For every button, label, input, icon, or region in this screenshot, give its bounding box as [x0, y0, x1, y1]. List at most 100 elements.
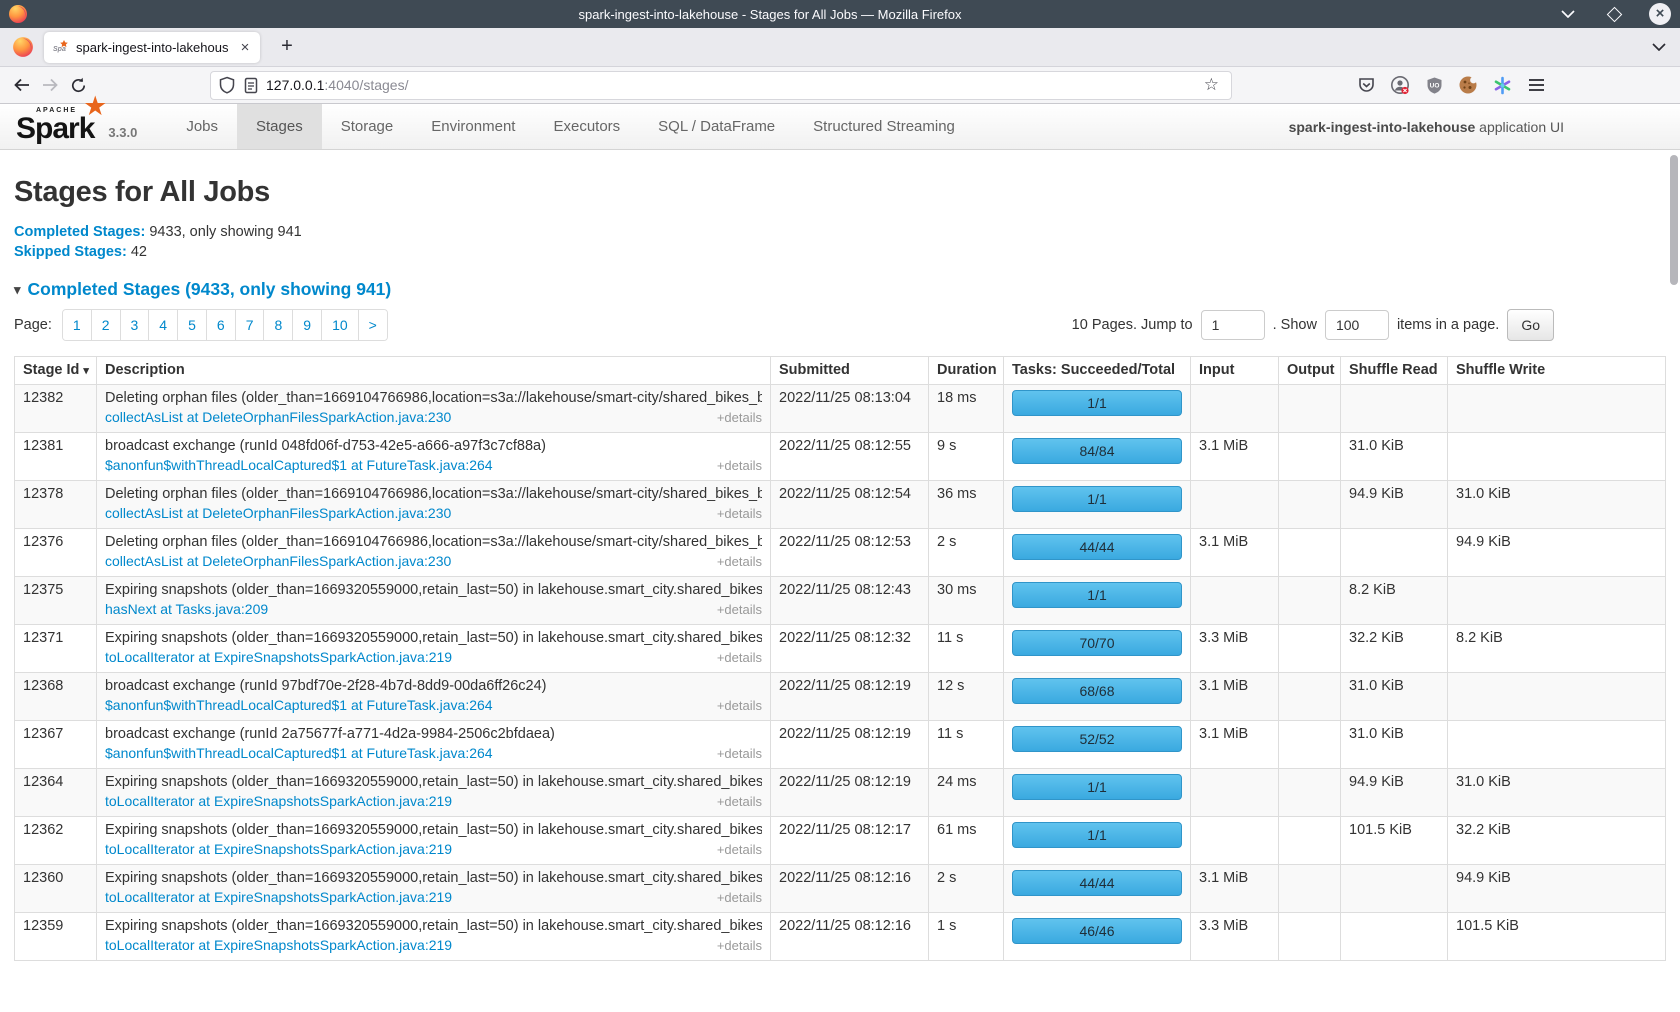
nav-tab-environment[interactable]: Environment [412, 104, 534, 149]
minimize-icon[interactable] [1556, 2, 1580, 26]
description-cell: Expiring snapshots (older_than=166932055… [97, 577, 771, 625]
new-tab-button[interactable]: + [274, 34, 300, 60]
forward-icon[interactable] [36, 71, 64, 99]
details-toggle[interactable]: +details [717, 650, 762, 665]
page-button-1[interactable]: 1 [63, 310, 92, 340]
stage-detail-link[interactable]: collectAsList at DeleteOrphanFilesSparkA… [105, 505, 451, 521]
stage-detail-link[interactable]: $anonfun$withThreadLocalCaptured$1 at Fu… [105, 745, 493, 761]
details-toggle[interactable]: +details [717, 602, 762, 617]
page-button-5[interactable]: 5 [178, 310, 207, 340]
shield-icon[interactable] [219, 76, 235, 94]
stage-detail-link[interactable]: toLocalIterator at ExpireSnapshotsSparkA… [105, 793, 452, 809]
browser-tab[interactable]: Spa spark-ingest-into-lakehous × [44, 32, 260, 63]
nav-tab-sql-dataframe[interactable]: SQL / DataFrame [639, 104, 794, 149]
cookie-icon[interactable] [1454, 71, 1482, 99]
column-header-shuffle-write[interactable]: Shuffle Write [1448, 357, 1666, 385]
nav-tab-stages[interactable]: Stages [237, 104, 322, 149]
stage-detail-link[interactable]: toLocalIterator at ExpireSnapshotsSparkA… [105, 649, 452, 665]
items-per-page-input[interactable] [1325, 310, 1389, 340]
nav-tab-jobs[interactable]: Jobs [167, 104, 237, 149]
nav-tab-executors[interactable]: Executors [534, 104, 639, 149]
stage-detail-link[interactable]: collectAsList at DeleteOrphanFilesSparkA… [105, 409, 451, 425]
back-icon[interactable] [8, 71, 36, 99]
details-toggle[interactable]: +details [717, 554, 762, 569]
tasks-cell: 1/1 [1004, 385, 1191, 433]
column-header-shuffle-read[interactable]: Shuffle Read [1341, 357, 1448, 385]
extension-asterisk-icon[interactable] [1488, 71, 1516, 99]
input-cell [1191, 769, 1279, 817]
details-toggle[interactable]: +details [717, 794, 762, 809]
next-page-button[interactable]: > [359, 310, 387, 340]
column-header-tasks-succeeded-total[interactable]: Tasks: Succeeded/Total [1004, 357, 1191, 385]
tasks-progress-bar: 1/1 [1012, 822, 1182, 848]
scrollbar-thumb[interactable] [1670, 155, 1678, 285]
stat-label[interactable]: Skipped Stages: [14, 244, 127, 260]
details-toggle[interactable]: +details [717, 698, 762, 713]
page-button-8[interactable]: 8 [264, 310, 293, 340]
details-toggle[interactable]: +details [717, 458, 762, 473]
input-cell: 3.1 MiB [1191, 529, 1279, 577]
tasks-cell: 70/70 [1004, 625, 1191, 673]
stage-detail-link[interactable]: toLocalIterator at ExpireSnapshotsSparkA… [105, 841, 452, 857]
stage-detail-link[interactable]: toLocalIterator at ExpireSnapshotsSparkA… [105, 937, 452, 953]
stat-label[interactable]: Completed Stages: [14, 224, 145, 240]
tasks-progress-bar: 44/44 [1012, 870, 1182, 896]
page-button-7[interactable]: 7 [236, 310, 265, 340]
tasks-cell: 1/1 [1004, 481, 1191, 529]
page-button-4[interactable]: 4 [149, 310, 178, 340]
output-cell [1279, 529, 1341, 577]
menu-hamburger-icon[interactable] [1522, 71, 1550, 99]
details-toggle[interactable]: +details [717, 842, 762, 857]
uo-shield-icon[interactable]: UO [1420, 71, 1448, 99]
stage-description: Expiring snapshots (older_than=166932055… [105, 822, 762, 838]
column-header-output[interactable]: Output [1279, 357, 1341, 385]
page-button-3[interactable]: 3 [121, 310, 150, 340]
input-cell: 3.1 MiB [1191, 721, 1279, 769]
submitted-cell: 2022/11/25 08:12:55 [771, 433, 929, 481]
shuffle-read-cell: 32.2 KiB [1341, 625, 1448, 673]
details-toggle[interactable]: +details [717, 890, 762, 905]
details-toggle[interactable]: +details [717, 746, 762, 761]
maximize-icon[interactable] [1602, 2, 1626, 26]
account-icon[interactable] [1386, 71, 1414, 99]
page-button-9[interactable]: 9 [293, 310, 322, 340]
firefox-icon[interactable] [12, 36, 34, 58]
column-header-description[interactable]: Description [97, 357, 771, 385]
stage-detail-link[interactable]: hasNext at Tasks.java:209 [105, 601, 268, 617]
nav-tab-structured-streaming[interactable]: Structured Streaming [794, 104, 974, 149]
pagination-bar: Page: 12345678910> 10 Pages. Jump to . S… [14, 309, 1666, 341]
jump-to-page-input[interactable] [1201, 310, 1265, 340]
tasks-progress-bar: 70/70 [1012, 630, 1182, 656]
list-tabs-icon[interactable] [1652, 43, 1666, 51]
details-toggle[interactable]: +details [717, 938, 762, 953]
description-cell: Deleting orphan files (older_than=166910… [97, 481, 771, 529]
column-header-input[interactable]: Input [1191, 357, 1279, 385]
page-button-10[interactable]: 10 [322, 310, 359, 340]
close-window-icon[interactable]: × [1648, 2, 1672, 26]
bookmark-star-icon[interactable]: ☆ [1200, 75, 1223, 95]
pocket-icon[interactable] [1352, 71, 1380, 99]
spark-logo[interactable]: APACHE Spark ★ 3.3.0 [0, 104, 145, 149]
output-cell [1279, 721, 1341, 769]
nav-tab-storage[interactable]: Storage [322, 104, 413, 149]
table-row: 12381 broadcast exchange (runId 048fd06f… [15, 433, 1666, 481]
url-bar[interactable]: 127.0.0.1:4040/stages/ ☆ [210, 71, 1232, 100]
details-toggle[interactable]: +details [717, 506, 762, 521]
page-button-2[interactable]: 2 [92, 310, 121, 340]
stage-detail-link[interactable]: collectAsList at DeleteOrphanFilesSparkA… [105, 553, 451, 569]
stage-detail-link[interactable]: $anonfun$withThreadLocalCaptured$1 at Fu… [105, 457, 493, 473]
stage-detail-link[interactable]: $anonfun$withThreadLocalCaptured$1 at Fu… [105, 697, 493, 713]
column-header-duration[interactable]: Duration [929, 357, 1004, 385]
column-header-stage-id[interactable]: Stage Id▾ [15, 357, 97, 385]
go-button[interactable]: Go [1507, 309, 1554, 341]
details-toggle[interactable]: +details [717, 410, 762, 425]
page-info-icon[interactable] [244, 77, 258, 94]
url-text[interactable]: 127.0.0.1:4040/stages/ [266, 77, 1200, 93]
shuffle-read-cell: 31.0 KiB [1341, 673, 1448, 721]
tab-close-icon[interactable]: × [236, 39, 254, 56]
column-header-submitted[interactable]: Submitted [771, 357, 929, 385]
stage-id-cell: 12368 [15, 673, 97, 721]
page-button-6[interactable]: 6 [207, 310, 236, 340]
stage-detail-link[interactable]: toLocalIterator at ExpireSnapshotsSparkA… [105, 889, 452, 905]
completed-stages-section-header[interactable]: ▾ Completed Stages (9433, only showing 9… [14, 279, 1666, 300]
